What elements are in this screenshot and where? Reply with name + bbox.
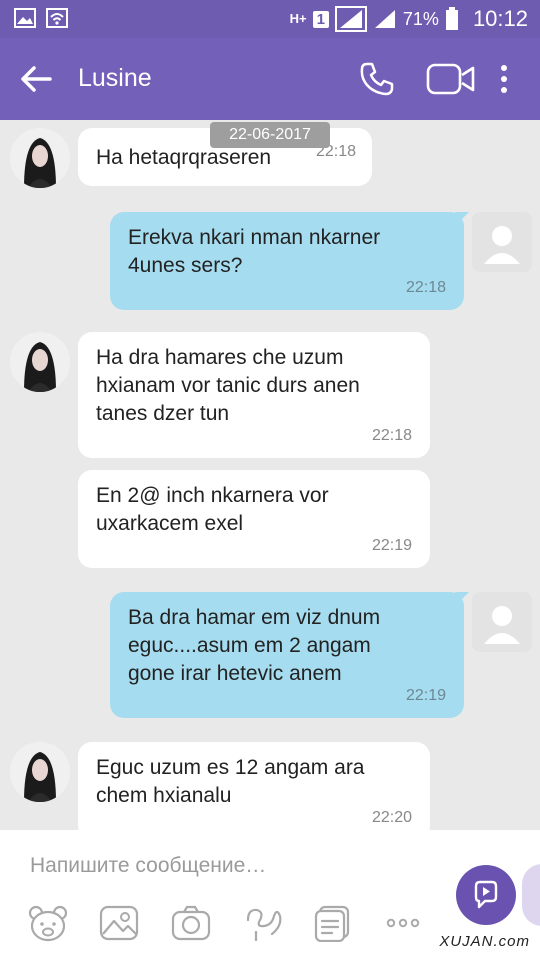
- secondary-action-circle[interactable]: [522, 864, 540, 926]
- message-text: Erekva nkari nman nkarner 4unes sers?: [128, 226, 381, 277]
- battery-percent: 71%: [402, 8, 439, 29]
- message-time: 22:19: [371, 537, 412, 554]
- gif-icon[interactable]: [312, 904, 354, 942]
- battery-icon: [445, 7, 458, 30]
- clock: 10:12: [472, 6, 528, 31]
- message-incoming[interactable]: Ha dra hamares che uzum hxianam vor tani…: [78, 332, 430, 458]
- message-outgoing[interactable]: Erekva nkari nman nkarner 4unes sers? 22…: [110, 212, 464, 310]
- network-type: H+: [289, 11, 307, 26]
- watermark: XUJAN.com: [439, 933, 530, 950]
- message-text: Eguc uzum es 12 angam ara chem hxianalu: [96, 756, 365, 807]
- signal-2-icon: [374, 10, 395, 28]
- contact-avatar[interactable]: [10, 128, 70, 188]
- message-text: En 2@ inch nkarnera vor uxarkacem exel: [96, 484, 329, 535]
- gallery-notification-icon: [14, 8, 36, 28]
- more-horizontal-icon[interactable]: [382, 904, 424, 942]
- message-time: 22:20: [371, 809, 412, 826]
- signal-icon: [334, 6, 367, 32]
- my-avatar[interactable]: [472, 592, 532, 652]
- message-time: 22:19: [405, 687, 446, 704]
- sticker-bear-icon[interactable]: [27, 904, 69, 942]
- message-time: 22:18: [405, 279, 446, 296]
- my-avatar[interactable]: [472, 212, 532, 272]
- phone-icon[interactable]: [358, 60, 396, 98]
- default-user-icon: [472, 592, 532, 652]
- status-bar: H+ 1 71% 10:12: [0, 0, 540, 38]
- send-chat-icon[interactable]: [455, 864, 517, 926]
- message-input[interactable]: Напишите сообщение…: [30, 854, 266, 878]
- contact-avatar-image: [10, 742, 70, 802]
- default-user-icon: [472, 212, 532, 272]
- date-separator: 22-06-2017: [210, 122, 330, 148]
- message-incoming[interactable]: En 2@ inch nkarnera vor uxarkacem exel 2…: [78, 470, 430, 568]
- more-vertical-icon[interactable]: [496, 62, 512, 96]
- camera-icon[interactable]: [170, 904, 212, 942]
- contact-avatar-image: [10, 128, 70, 188]
- gallery-icon[interactable]: [98, 904, 140, 942]
- message-time: 22:18: [371, 427, 412, 444]
- contact-avatar[interactable]: [10, 742, 70, 802]
- message-text: Ha dra hamares che uzum hxianam vor tani…: [96, 346, 360, 425]
- message-text: Ba dra hamar em viz dnum eguc....asum em…: [128, 606, 381, 685]
- contact-avatar-image: [10, 332, 70, 392]
- contact-name[interactable]: Lusine: [78, 64, 152, 93]
- message-outgoing[interactable]: Ba dra hamar em viz dnum eguc....asum em…: [110, 592, 464, 718]
- video-camera-icon[interactable]: [426, 62, 476, 96]
- contact-avatar[interactable]: [10, 332, 70, 392]
- message-incoming[interactable]: Eguc uzum es 12 angam ara chem hxianalu …: [78, 742, 430, 840]
- sim-slot-badge: 1: [312, 10, 329, 28]
- doodle-icon[interactable]: [242, 904, 284, 942]
- chat-header: Lusine: [0, 38, 540, 120]
- arrow-left-icon[interactable]: [18, 62, 54, 96]
- wifi-icon: [46, 8, 68, 28]
